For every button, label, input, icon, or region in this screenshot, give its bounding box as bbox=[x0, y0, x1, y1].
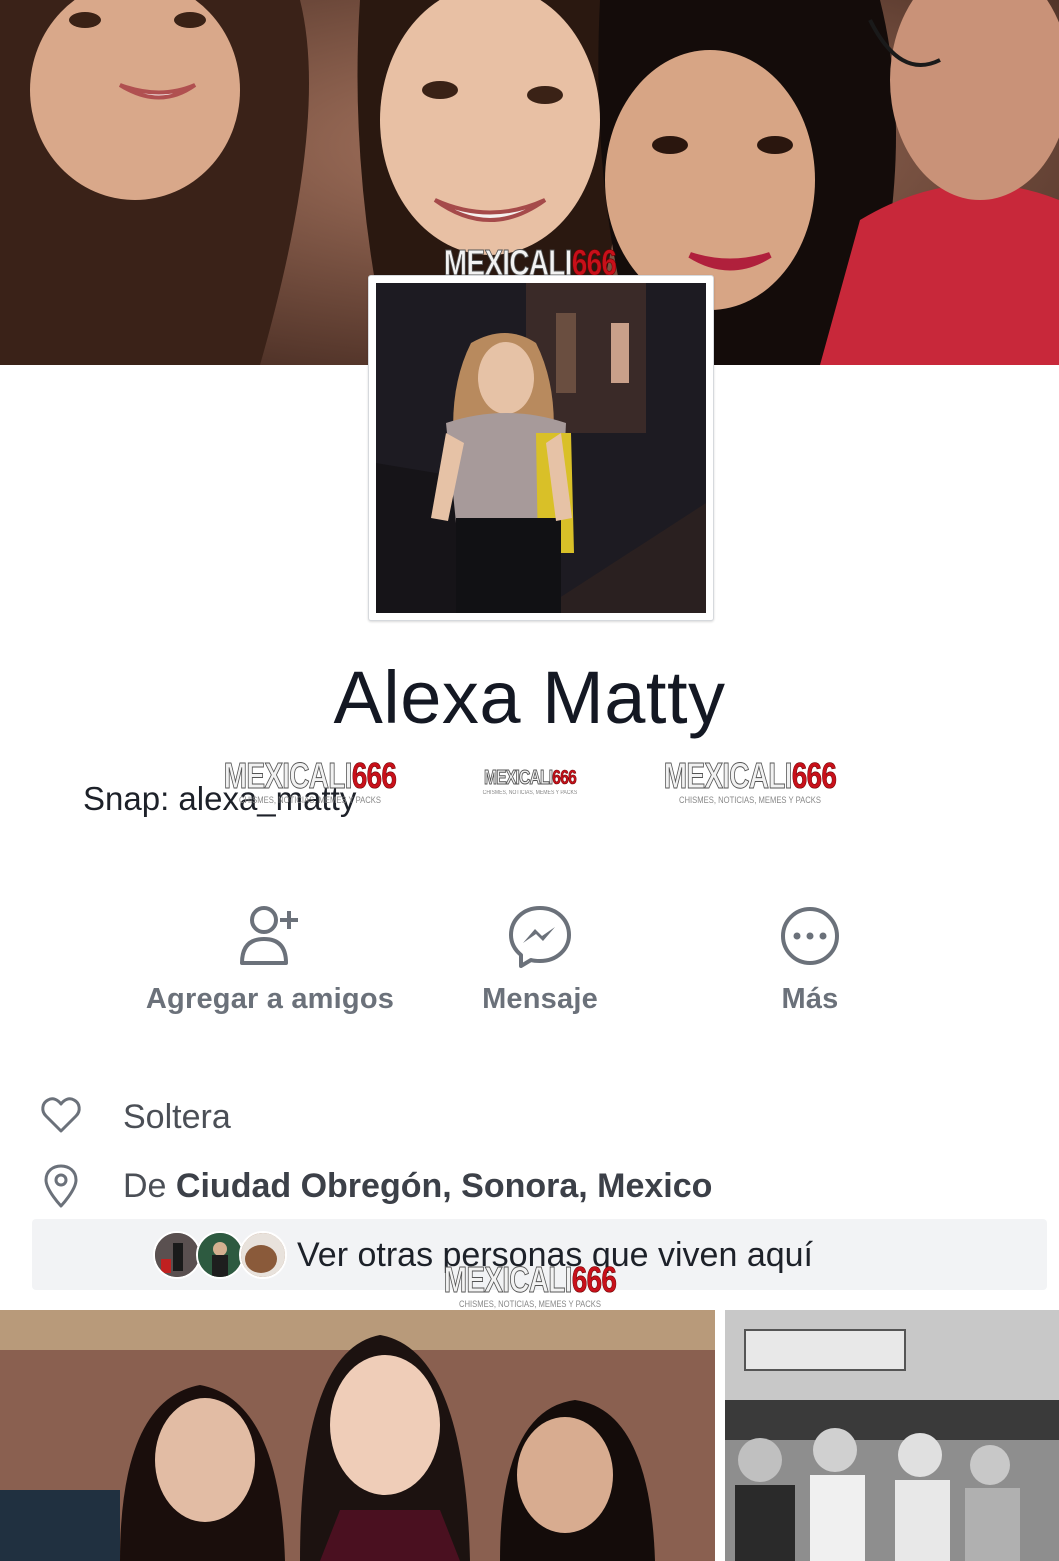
profile-picture[interactable] bbox=[368, 275, 714, 621]
profile-page: MEXICALI666 CHISMES, NOTICIAS, MEMES Y P… bbox=[0, 0, 1059, 1561]
hometown-link[interactable]: Ciudad Obregón, Sonora, Mexico bbox=[176, 1167, 713, 1205]
avatar bbox=[153, 1231, 201, 1279]
profile-bio: Snap: alexa_matty bbox=[83, 780, 357, 817]
featured-photo-image bbox=[725, 1310, 1059, 1561]
more-label: Más bbox=[781, 983, 839, 1015]
message-label: Mensaje bbox=[482, 983, 598, 1015]
heart-icon bbox=[41, 1097, 81, 1133]
more-button[interactable]: Más bbox=[660, 903, 960, 1016]
add-friend-icon bbox=[240, 906, 298, 965]
messenger-icon bbox=[509, 906, 571, 968]
watermark-logo: MEXICALI666 CHISMES, NOTICIAS, MEMES Y P… bbox=[663, 755, 837, 805]
featured-photo-image bbox=[0, 1310, 715, 1561]
see-others-living-here-button[interactable]: Ver otras personas que viven aquí bbox=[32, 1219, 1047, 1290]
more-icon bbox=[781, 907, 839, 965]
profile-picture-image bbox=[376, 283, 706, 613]
see-others-label: Ver otras personas que viven aquí bbox=[297, 1236, 813, 1274]
add-friend-label: Agregar a amigos bbox=[145, 983, 395, 1015]
avatar bbox=[196, 1231, 244, 1279]
featured-photo[interactable] bbox=[0, 1310, 715, 1561]
watermark-logo: MEXICALI666 CHISMES, NOTICIAS, MEMES Y P… bbox=[482, 767, 578, 797]
add-friend-button[interactable]: Agregar a amigos bbox=[120, 903, 420, 1016]
featured-photo[interactable] bbox=[725, 1310, 1059, 1561]
profile-name: Alexa Matty bbox=[333, 656, 726, 739]
message-button[interactable]: Mensaje bbox=[390, 903, 690, 1016]
location-pin-icon bbox=[44, 1164, 78, 1208]
hometown-text: De Ciudad Obregón, Sonora, Mexico bbox=[123, 1167, 713, 1205]
others-avatars bbox=[153, 1231, 288, 1279]
relationship-status: Soltera bbox=[123, 1098, 231, 1136]
avatar bbox=[239, 1231, 287, 1279]
